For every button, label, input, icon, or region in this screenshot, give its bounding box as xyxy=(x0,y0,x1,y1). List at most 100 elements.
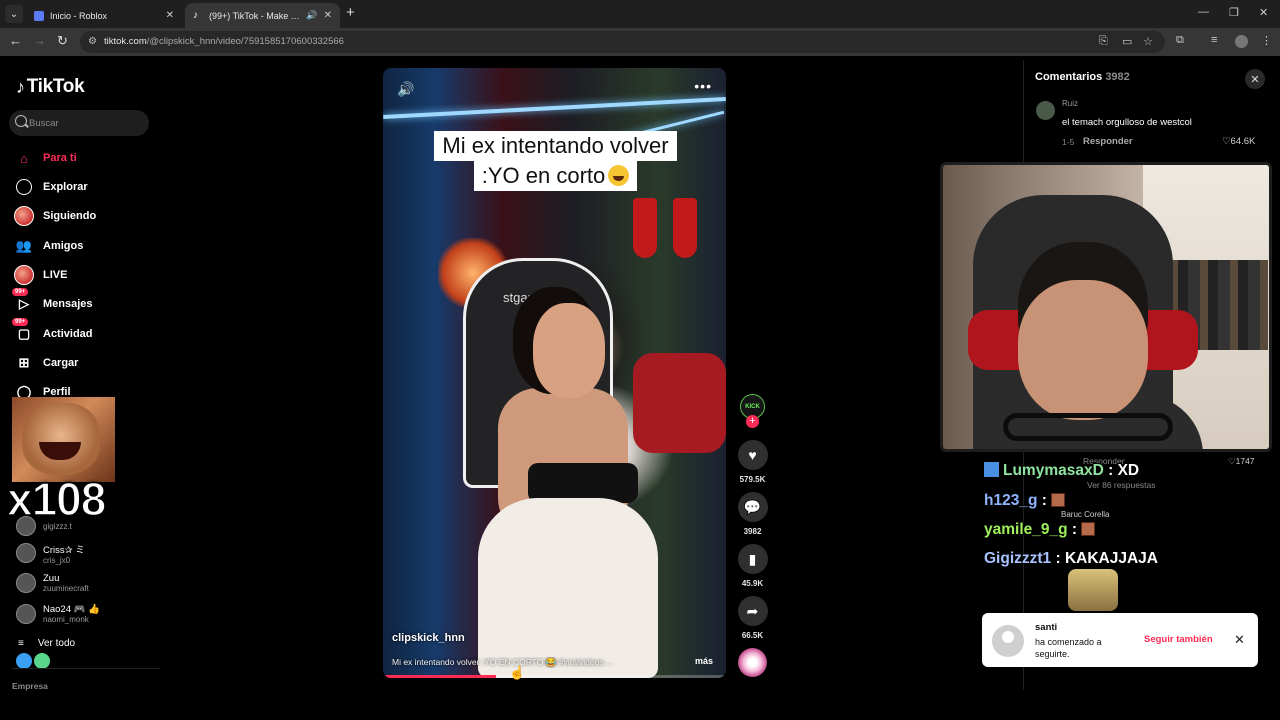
comment-button[interactable]: 💬 3982 xyxy=(737,492,768,536)
bookmark-star-icon[interactable]: ☆ xyxy=(1143,35,1153,48)
close-window-icon[interactable]: ✕ xyxy=(1259,6,1268,19)
browser-menu-icon[interactable]: ⋮ xyxy=(1261,34,1272,47)
video-progress-bar[interactable] xyxy=(383,675,726,678)
notification-badge: 99+ xyxy=(12,288,29,296)
close-icon[interactable]: ✕ xyxy=(1245,69,1265,89)
more-link[interactable]: más xyxy=(695,656,713,666)
comment-like-button[interactable]: ♡1747 xyxy=(1228,456,1255,467)
live-icon xyxy=(14,265,34,285)
comment-count: 3982 xyxy=(743,527,762,536)
comment-icon: 💬 xyxy=(737,492,768,522)
roblox-favicon-icon xyxy=(34,10,44,21)
chat-username: LumymasaxD xyxy=(1003,462,1104,479)
tab-roblox[interactable]: Inicio - Roblox ✕ xyxy=(26,3,182,28)
following-account[interactable]: Zuu zuuminecraft xyxy=(16,571,89,595)
profile-avatar[interactable] xyxy=(1235,35,1248,48)
share-button[interactable]: ➦ 66.5K xyxy=(737,596,768,640)
follow-plus-icon[interactable]: + xyxy=(746,415,759,428)
sidebar-item-actividad[interactable]: ▢ 99+ Actividad xyxy=(12,318,93,345)
like-count: 579.5K xyxy=(739,475,766,484)
like-button[interactable]: ♥ 579.5K xyxy=(737,440,768,484)
more-options-icon[interactable]: ••• xyxy=(694,78,712,94)
home-icon: ⌂ xyxy=(20,150,28,166)
volume-icon[interactable]: 🔊 xyxy=(397,81,414,98)
tiktok-logo[interactable]: ♪ TikTok xyxy=(16,76,85,98)
comment-like-button[interactable]: ♡64.6K xyxy=(1222,136,1255,147)
following-account[interactable]: Nao24 🎮 👍 naomi_monk xyxy=(16,602,100,626)
minimize-icon[interactable]: — xyxy=(1198,6,1209,18)
following-account[interactable]: Criss✰ ミ cris_jx0 xyxy=(16,541,85,565)
streamer-face xyxy=(1018,280,1148,420)
close-tab-icon[interactable]: ✕ xyxy=(166,10,174,21)
cast-icon[interactable]: ▭ xyxy=(1122,35,1132,48)
reply-button[interactable]: Responder xyxy=(1083,136,1133,147)
close-tab-icon[interactable]: ✕ xyxy=(324,10,332,21)
save-count: 45.9K xyxy=(741,579,764,588)
see-all-link[interactable]: ≡ Ver todo xyxy=(18,638,75,649)
activity-icon: ▢ 99+ xyxy=(12,318,34,344)
site-info-icon[interactable]: ⚙ xyxy=(88,36,97,47)
tab-audio-icon[interactable]: 🔊 xyxy=(306,10,317,21)
avatar[interactable] xyxy=(992,625,1024,657)
avatar xyxy=(16,516,36,536)
sidebar-item-label: Cargar xyxy=(43,357,79,369)
sidebar-item-label: Para ti xyxy=(43,152,77,164)
chat-message: h123_g : xyxy=(984,492,1066,510)
video-caption-overlay: Mi ex intentando volver :YO en corto xyxy=(417,131,694,191)
address-bar[interactable]: ⚙ tiktok.com/@clipskick_hnn/video/759158… xyxy=(80,31,1165,53)
sidebar-item-para-ti[interactable]: ⌂ Para ti xyxy=(14,147,77,169)
new-tab-icon[interactable]: + xyxy=(346,4,355,21)
account-handle: gigizzz.t xyxy=(43,521,72,531)
tiktok-note-icon: ♪ xyxy=(16,76,25,97)
back-icon[interactable]: ← xyxy=(9,33,22,48)
reload-icon[interactable]: ↻ xyxy=(57,33,68,49)
streamer-webcam-overlay xyxy=(940,162,1272,452)
close-icon[interactable]: ✕ xyxy=(1234,632,1245,648)
comment-username[interactable]: Ruiz xyxy=(1062,99,1078,108)
company-link[interactable]: Empresa xyxy=(12,681,48,691)
mouse-pointer-icon: ☝ xyxy=(509,665,526,680)
notification-username[interactable]: santi xyxy=(1035,622,1057,633)
chat-username: h123_g xyxy=(984,492,1038,509)
account-name: Nao24 🎮 👍 xyxy=(43,604,100,615)
video-player[interactable]: stgar 🔊 ••• Mi ex intentando volver :YO … xyxy=(383,68,726,678)
translate-icon[interactable]: ⎘ xyxy=(1099,35,1108,48)
following-account[interactable]: gigizzz.t xyxy=(16,514,72,538)
chat-message: Gigizzzt1 : KAKAJJAJA xyxy=(984,550,1158,567)
music-disc-icon[interactable] xyxy=(738,648,767,677)
view-replies-link[interactable]: Ver 86 respuestas xyxy=(1087,480,1156,490)
restore-icon[interactable]: ❐ xyxy=(1229,6,1239,19)
forward-icon[interactable]: → xyxy=(33,33,46,48)
search-box[interactable] xyxy=(9,110,149,136)
stream-emote-overlay xyxy=(12,397,115,482)
media-control-icon[interactable]: ≡ xyxy=(1211,34,1217,46)
caption-line: :YO en corto xyxy=(473,161,638,191)
search-input[interactable] xyxy=(29,114,144,132)
sidebar-item-explorar[interactable]: Explorar xyxy=(14,176,88,198)
sidebar-item-live[interactable]: LIVE xyxy=(14,264,67,286)
comments-title: Comentarios 3982 xyxy=(1035,71,1130,83)
save-button[interactable]: ▮ 45.9K xyxy=(737,544,768,588)
messages-icon: ▷ 99+ xyxy=(12,288,34,314)
see-all-label: Ver todo xyxy=(37,638,76,649)
sidebar-item-label: Siguiendo xyxy=(43,210,97,222)
sidebar-item-amigos[interactable]: 👥 Amigos xyxy=(14,235,83,257)
extensions-icon[interactable]: ⧉ xyxy=(1176,34,1184,47)
sidebar-item-mensajes[interactable]: ▷ 99+ Mensajes xyxy=(12,288,93,315)
sidebar-item-siguiendo[interactable]: Siguiendo xyxy=(14,205,96,227)
tab-tiktok[interactable]: ♪ (99+) TikTok - Make Your Day 🔊 ✕ xyxy=(185,3,340,28)
comments-count: 3982 xyxy=(1105,71,1130,83)
notification-text: ha comenzado a seguirte. xyxy=(1035,637,1102,659)
chat-username: yamile_9_g xyxy=(984,521,1068,538)
comment-username[interactable]: Baruc Corella xyxy=(1061,510,1109,519)
tab-search-icon[interactable]: ⌄ xyxy=(5,5,23,23)
avatar[interactable] xyxy=(1036,101,1055,120)
avatar xyxy=(16,573,36,593)
browser-tab-strip: ⌄ Inicio - Roblox ✕ ♪ (99+) TikTok - Mak… xyxy=(0,0,1280,28)
follow-back-button[interactable]: Seguir también xyxy=(1144,634,1213,645)
video-author[interactable]: clipskick_hnn xyxy=(392,632,465,644)
sidebar-item-cargar[interactable]: ⊞ Cargar xyxy=(14,352,79,374)
share-count: 66.5K xyxy=(741,631,764,640)
url-text[interactable]: tiktok.com/@clipskick_hnn/video/75915851… xyxy=(104,36,344,47)
chat-text: XD xyxy=(1117,462,1140,479)
